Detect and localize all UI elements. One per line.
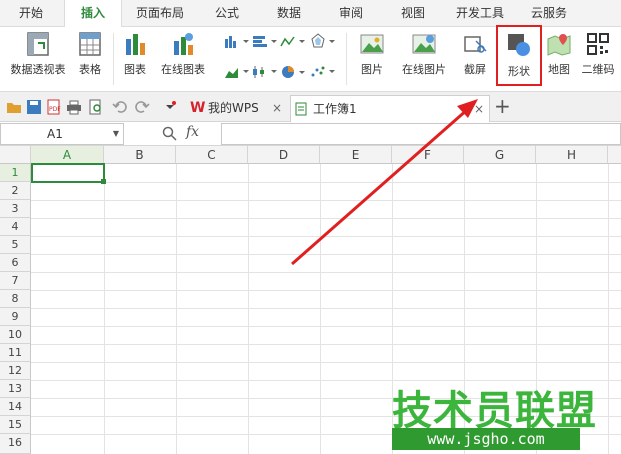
watermark-url: www.jsgho.com xyxy=(392,428,580,450)
